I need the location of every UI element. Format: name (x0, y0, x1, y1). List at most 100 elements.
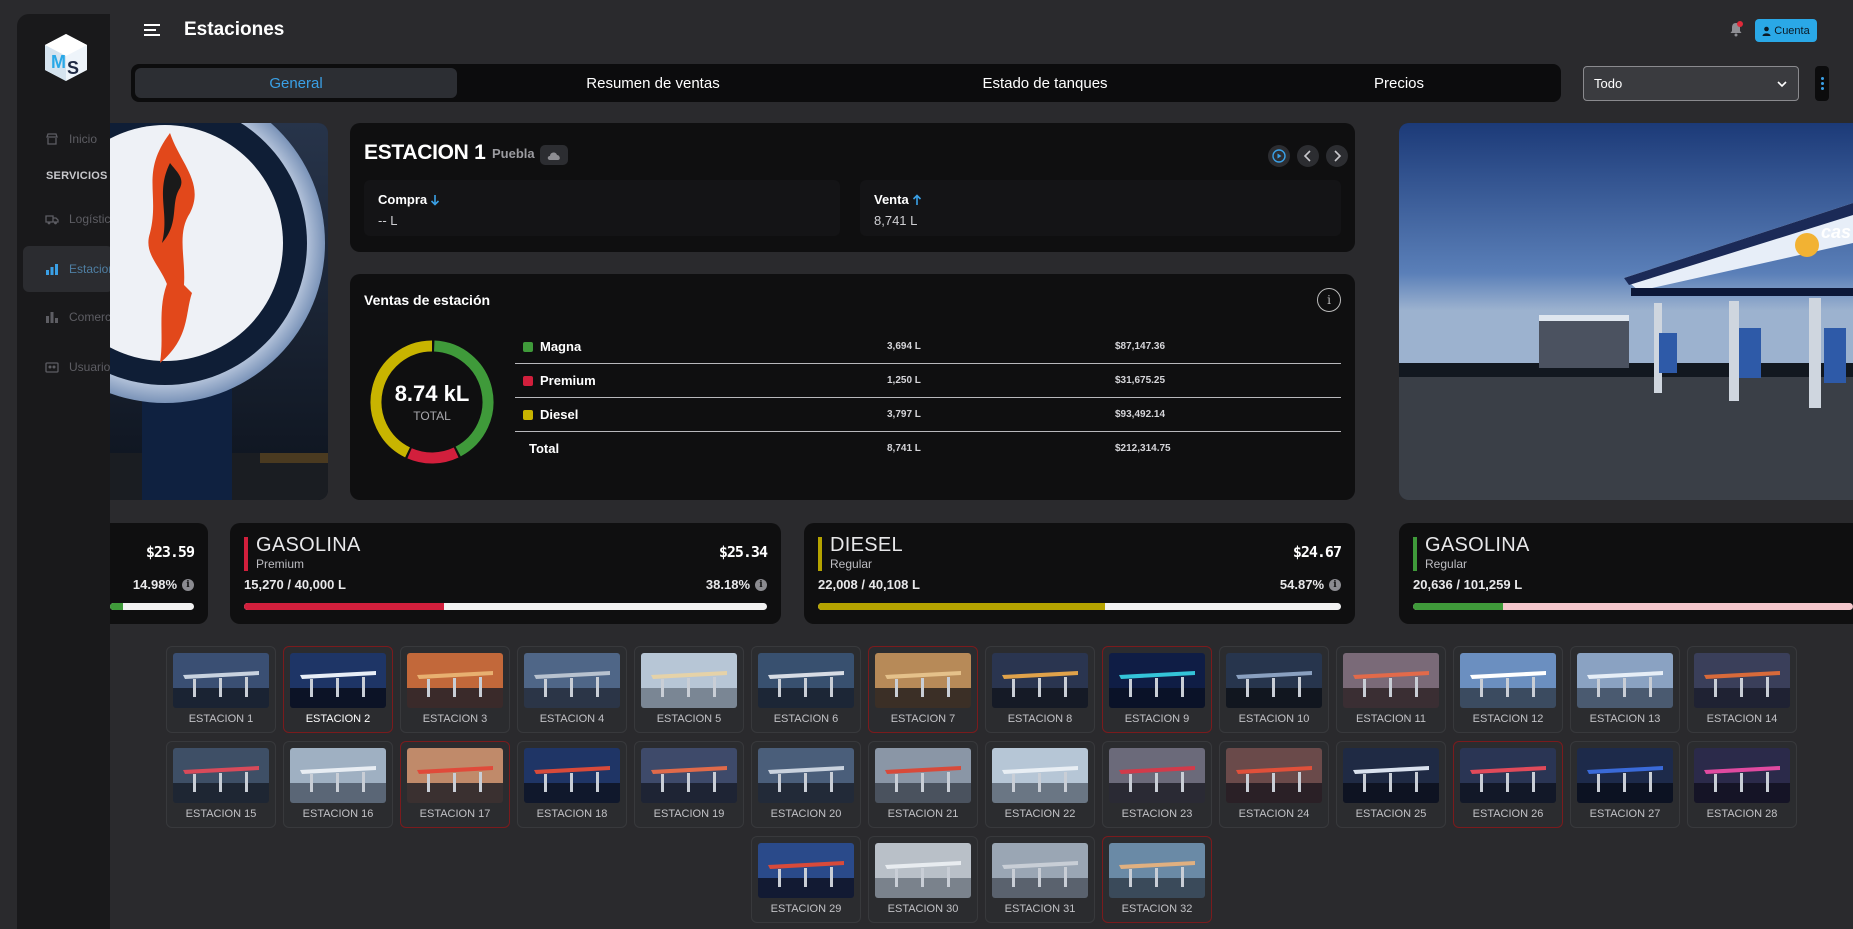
station-tile-15[interactable]: ESTACION 15 (166, 741, 276, 828)
tab-estado-tanques[interactable]: Estado de tanques (849, 68, 1241, 98)
station-thumbnail (1577, 653, 1673, 708)
station-thumbnail (1460, 653, 1556, 708)
station-tile-2[interactable]: ESTACION 2 (283, 646, 393, 733)
station-tile-32[interactable]: ESTACION 32 (1102, 836, 1212, 923)
station-thumbnail (875, 748, 971, 803)
station-filter-select[interactable]: Todo (1583, 66, 1799, 101)
chevron-left-icon (1303, 150, 1311, 162)
account-button[interactable]: Cuenta (1755, 19, 1817, 42)
fuel-liters: 1,250 L (887, 375, 921, 386)
station-thumbnail (173, 653, 269, 708)
station-thumbnail (875, 843, 971, 898)
station-tile-label: ESTACION 5 (656, 713, 722, 725)
station-tile-29[interactable]: ESTACION 29 (751, 836, 861, 923)
tab-resumen-ventas[interactable]: Resumen de ventas (457, 68, 849, 98)
station-tile-24[interactable]: ESTACION 24 (1219, 741, 1329, 828)
play-button[interactable] (1268, 145, 1290, 167)
station-tile-14[interactable]: ESTACION 14 (1687, 646, 1797, 733)
sidebar-item-comercial[interactable]: Comercial (23, 294, 110, 340)
prev-button[interactable] (1297, 145, 1319, 167)
info-icon[interactable]: i (182, 578, 194, 591)
sidebar-item-estaciones[interactable]: Estaciones (23, 246, 110, 292)
tab-precios[interactable]: Precios (1241, 68, 1557, 98)
bell-icon[interactable] (1728, 20, 1744, 38)
station-tile-9[interactable]: ESTACION 9 (1102, 646, 1212, 733)
station-thumbnail (1109, 748, 1205, 803)
info-icon[interactable]: i (755, 578, 767, 591)
station-summary-card: ESTACION 1 Puebla Compra -- L Venta 8,74… (350, 123, 1355, 252)
station-tile-20[interactable]: ESTACION 20 (751, 741, 861, 828)
compra-box: Compra -- L (364, 180, 840, 236)
station-thumbnail (407, 653, 503, 708)
station-tile-3[interactable]: ESTACION 3 (400, 646, 510, 733)
cloud-sync-button[interactable] (540, 145, 568, 165)
station-tile-label: ESTACION 6 (773, 713, 839, 725)
station-tile-label: ESTACION 15 (185, 808, 257, 820)
station-tile-8[interactable]: ESTACION 8 (985, 646, 1095, 733)
fuel-percent: 54.87% i (1280, 577, 1341, 592)
fuel-level-bar (110, 603, 194, 610)
station-tile-12[interactable]: ESTACION 12 (1453, 646, 1563, 733)
fuel-card-premium: GASOLINA Premium $25.34 15,270 / 40,000 … (230, 523, 781, 624)
station-tile-4[interactable]: ESTACION 4 (517, 646, 627, 733)
table-row: Magna 3,694 L $87,147.36 (515, 330, 1341, 364)
total-label: Total (529, 441, 560, 456)
sales-title: Ventas de estación (364, 292, 491, 308)
station-thumbnail (290, 653, 386, 708)
tab-general[interactable]: General (135, 68, 457, 98)
station-tile-19[interactable]: ESTACION 19 (634, 741, 744, 828)
sidebar-item-label: Inicio (69, 132, 98, 146)
station-tile-label: ESTACION 11 (1356, 713, 1426, 725)
station-tile-22[interactable]: ESTACION 22 (985, 741, 1095, 828)
station-tile-label: ESTACION 10 (1238, 713, 1310, 725)
station-tile-label: ESTACION 14 (1706, 713, 1778, 725)
fuel-price: $24.67 (1292, 543, 1342, 561)
station-thumbnail (875, 653, 971, 708)
station-tile-18[interactable]: ESTACION 18 (517, 741, 627, 828)
station-tile-25[interactable]: ESTACION 25 (1336, 741, 1446, 828)
table-row: Diesel 3,797 L $93,492.14 (515, 398, 1341, 432)
station-name: ESTACION 1 (364, 141, 486, 164)
station-tile-label: ESTACION 1 (188, 713, 254, 725)
station-tile-label: ESTACION 28 (1706, 808, 1778, 820)
sidebar-item-inicio[interactable]: Inicio (23, 116, 110, 162)
compra-label: Compra (378, 192, 428, 207)
donut-total-value: 8.74 kL (394, 381, 470, 406)
sidebar-item-logistica[interactable]: Logística (23, 196, 110, 242)
station-tile-7[interactable]: ESTACION 7 (868, 646, 978, 733)
station-tile-30[interactable]: ESTACION 30 (868, 836, 978, 923)
select-value: Todo (1594, 76, 1623, 91)
sidebar-item-usuarios[interactable]: Usuarios (23, 344, 110, 390)
next-button[interactable] (1326, 145, 1348, 167)
station-sign-image (110, 123, 328, 500)
station-tile-label: ESTACION 32 (1121, 903, 1193, 915)
menu-icon[interactable] (144, 22, 162, 38)
station-tile-17[interactable]: ESTACION 17 (400, 741, 510, 828)
chevron-down-icon (1777, 81, 1787, 88)
station-tile-10[interactable]: ESTACION 10 (1219, 646, 1329, 733)
station-tile-5[interactable]: ESTACION 5 (634, 646, 744, 733)
station-tile-27[interactable]: ESTACION 27 (1570, 741, 1680, 828)
station-tile-31[interactable]: ESTACION 31 (985, 836, 1095, 923)
info-icon[interactable]: i (1329, 578, 1341, 591)
fuel-level-bar (1413, 603, 1853, 610)
station-photo: cas (1399, 123, 1853, 500)
more-options-button[interactable] (1815, 66, 1829, 101)
station-tile-23[interactable]: ESTACION 23 (1102, 741, 1212, 828)
station-tile-1[interactable]: ESTACION 1 (166, 646, 276, 733)
station-tile-label: ESTACION 12 (1472, 713, 1544, 725)
station-tile-28[interactable]: ESTACION 28 (1687, 741, 1797, 828)
bar-chart-icon (46, 312, 58, 323)
fuel-level-fill (110, 603, 123, 610)
info-icon[interactable]: i (1317, 288, 1341, 312)
sidebar-item-label: Logística (69, 212, 110, 226)
svg-text:S: S (67, 58, 79, 78)
station-tile-21[interactable]: ESTACION 21 (868, 741, 978, 828)
station-tile-13[interactable]: ESTACION 13 (1570, 646, 1680, 733)
station-tile-16[interactable]: ESTACION 16 (283, 741, 393, 828)
station-tile-26[interactable]: ESTACION 26 (1453, 741, 1563, 828)
station-tile-11[interactable]: ESTACION 11 (1336, 646, 1446, 733)
station-tile-6[interactable]: ESTACION 6 (751, 646, 861, 733)
station-thumbnail (758, 653, 854, 708)
fuel-liters: 3,797 L (887, 409, 921, 420)
